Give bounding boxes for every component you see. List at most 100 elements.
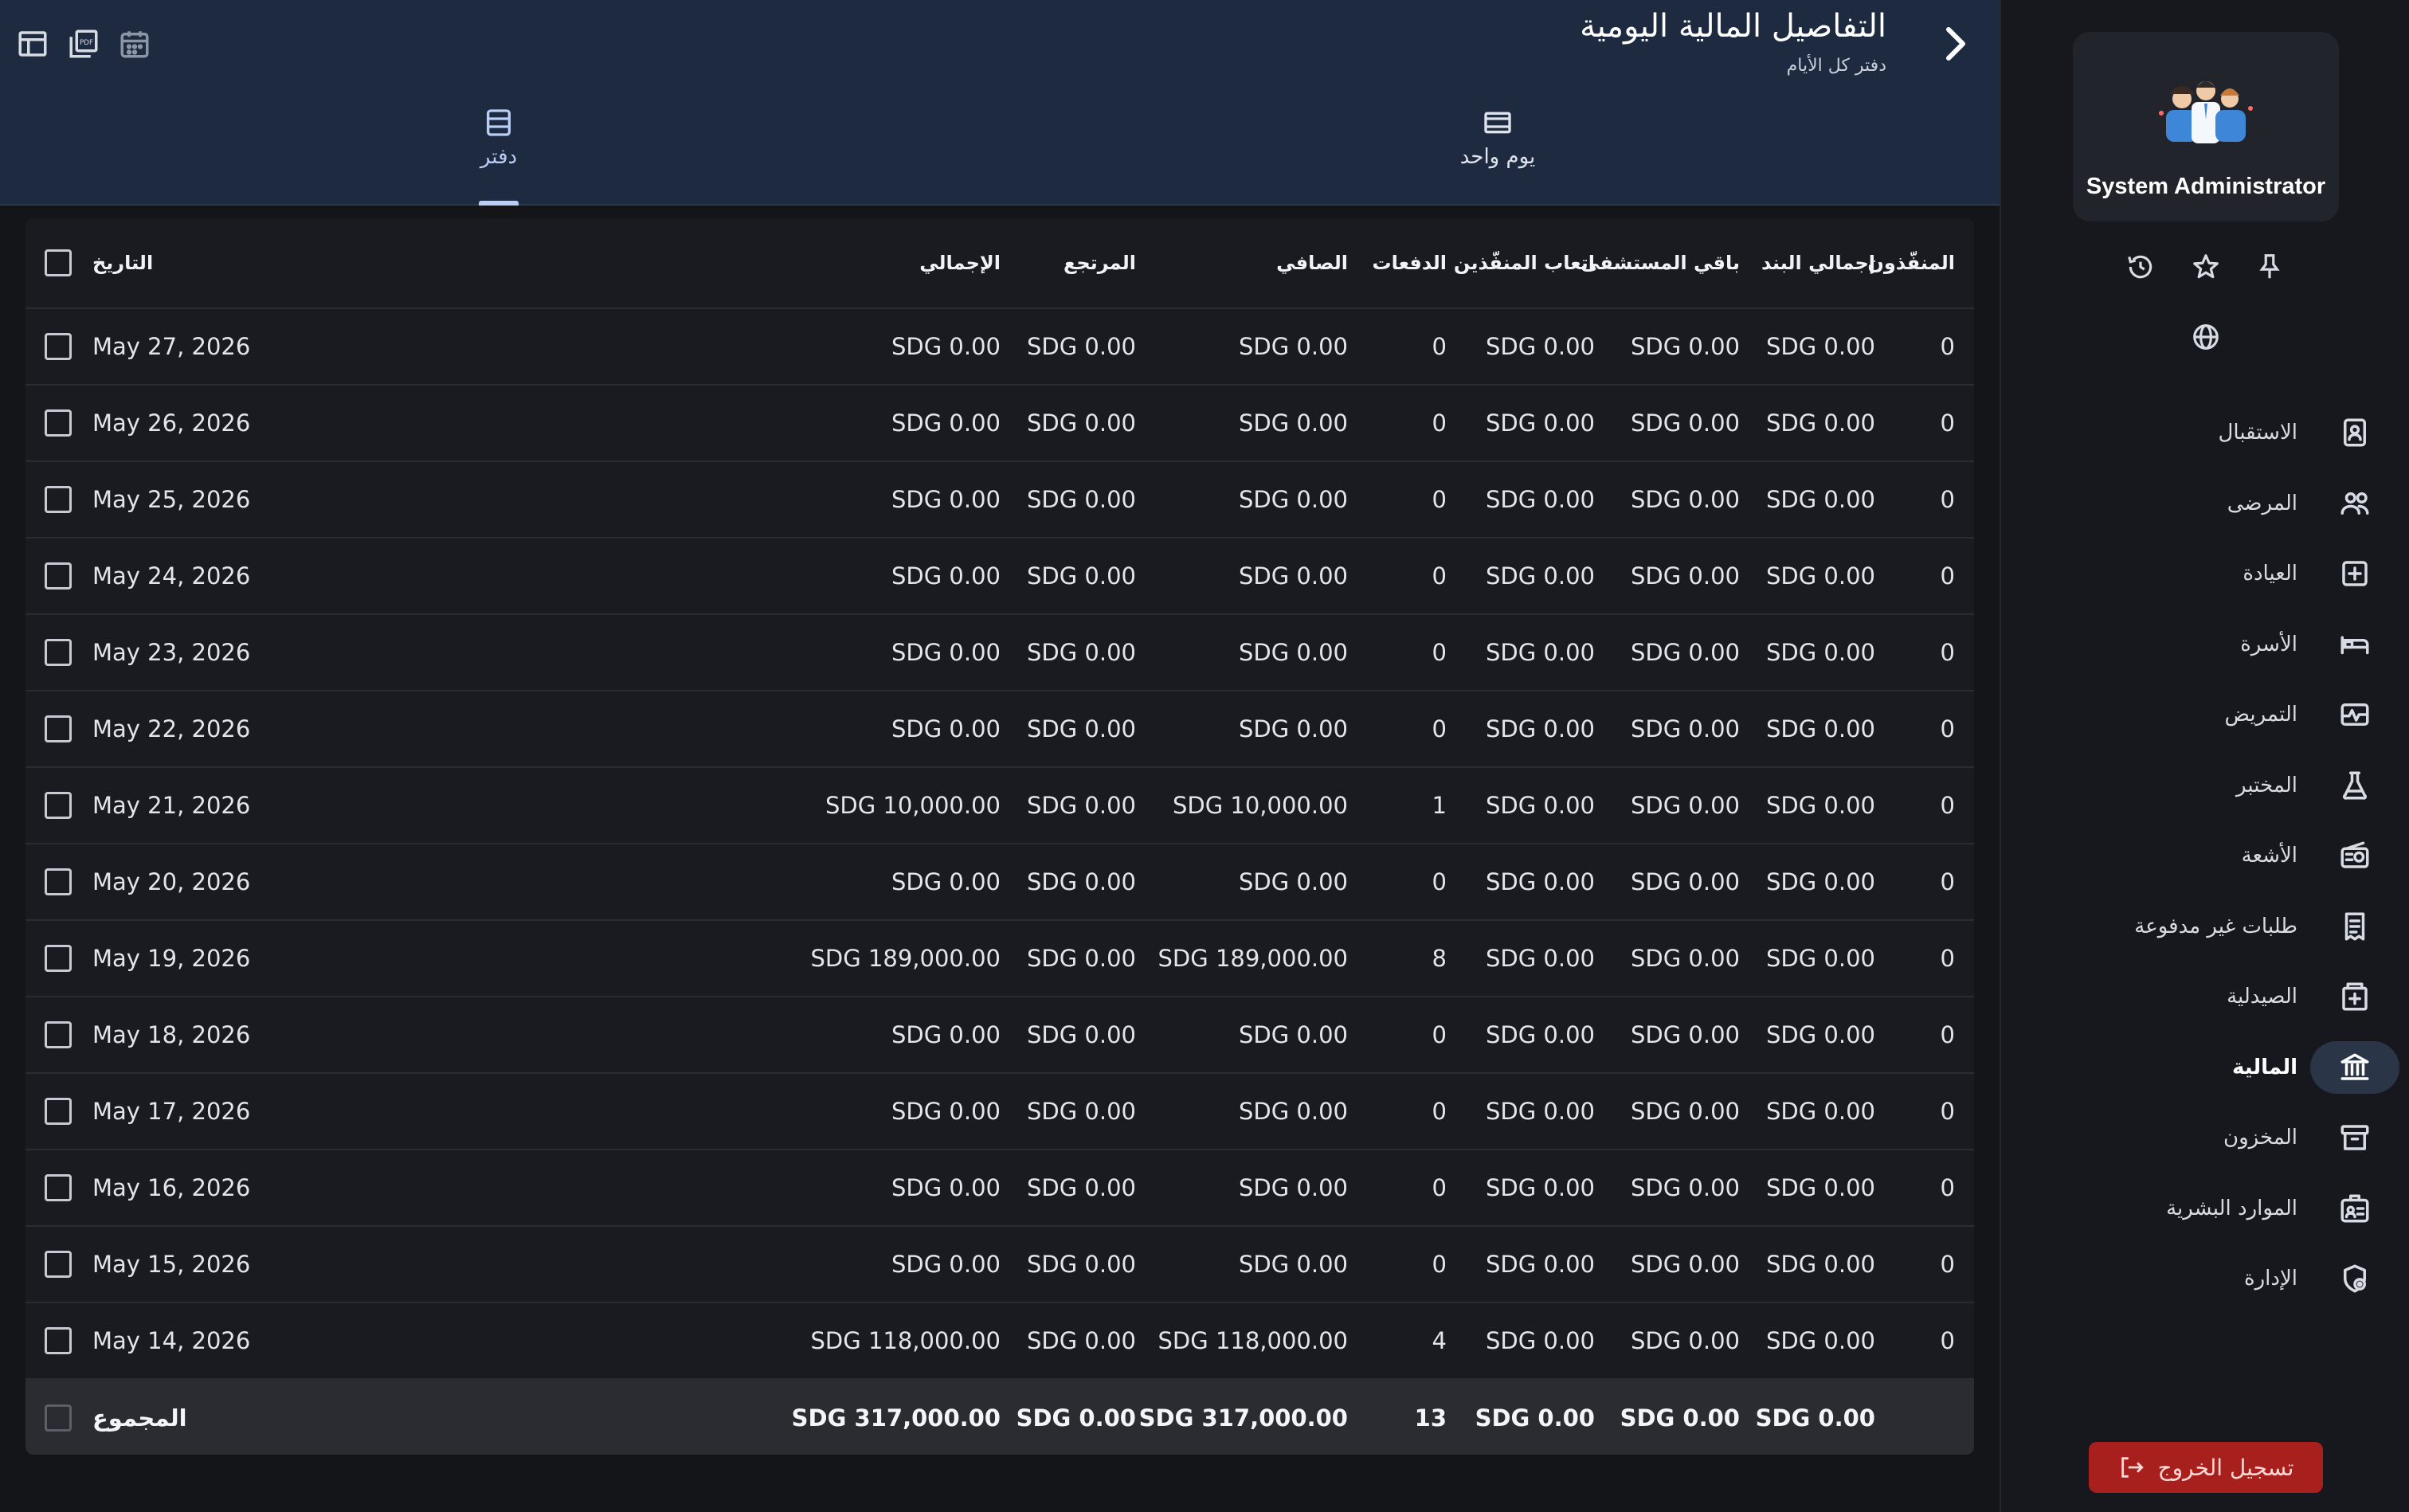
sidebar-item-radiology[interactable]: الأشعة (2113, 829, 2399, 882)
cell-hospital-remain: SDG 0.00 (1631, 562, 1740, 590)
cell-date: May 26, 2026 (92, 409, 251, 437)
table-row[interactable]: May 19, 2026 SDG 189,000.00 SDG 0.00 SDG 18… (25, 921, 1974, 997)
cell-executors: 0 (1940, 868, 1955, 895)
cell-net: SDG 0.00 (1239, 1251, 1348, 1278)
column-header-net[interactable]: الصافي (1276, 218, 1348, 307)
sidebar: System Administrator الاستقبال المرضى العي… (2000, 0, 2409, 1512)
sidebar-item-label: طلبات غير مدفوعة (2134, 915, 2297, 938)
table-row[interactable]: May 17, 2026 SDG 0.00 SDG 0.00 SDG 0.00 0 SDG… (25, 1074, 1974, 1150)
sidebar-item-admin-shield[interactable]: الإدارة (2113, 1252, 2399, 1305)
column-header-payments[interactable]: الدفعات (1373, 218, 1447, 307)
cell-payments: 0 (1432, 333, 1447, 360)
column-header-refund[interactable]: المرتجع (1063, 218, 1136, 307)
history-icon[interactable] (2121, 247, 2160, 287)
logout-icon (2121, 1457, 2144, 1478)
sidebar-item-bed[interactable]: الأسرة (2113, 618, 2399, 671)
table-row[interactable]: May 20, 2026 SDG 0.00 SDG 0.00 SDG 0.00 0 SDG… (25, 844, 1974, 921)
table-row[interactable]: May 21, 2026 SDG 10,000.00 SDG 0.00 SDG 10,… (25, 768, 1974, 844)
cell-total: SDG 0.00 (891, 333, 1001, 360)
row-checkbox[interactable] (45, 562, 72, 590)
cell-total: SDG 0.00 (891, 1098, 1001, 1125)
table-row[interactable]: May 26, 2026 SDG 0.00 SDG 0.00 SDG 0.00 0 SDG… (25, 386, 1974, 462)
row-checkbox[interactable] (45, 409, 72, 437)
column-header-executors[interactable]: المنفّذون (1867, 218, 1955, 307)
cell-date: May 17, 2026 (92, 1098, 251, 1125)
cell-executors: 0 (1940, 792, 1955, 819)
sidebar-item-pharmacy[interactable]: الصيدلية (2113, 970, 2399, 1023)
sidebar-item-bank[interactable]: المالية (2113, 1041, 2399, 1094)
lab-flask-icon (2310, 759, 2399, 812)
sidebar-item-archive[interactable]: المخزون (2113, 1111, 2399, 1164)
logout-button[interactable]: تسجيل الخروج (2089, 1442, 2323, 1493)
sidebar-item-label: المختبر (2236, 774, 2297, 797)
cell-fees: SDG 0.00 (1486, 486, 1595, 513)
cell-net: SDG 0.00 (1239, 1098, 1348, 1125)
row-checkbox[interactable] (45, 1251, 72, 1278)
cell-date: May 14, 2026 (92, 1327, 251, 1354)
cell-fees: SDG 0.00 (1486, 868, 1595, 895)
table-row[interactable]: May 27, 2026 SDG 0.00 SDG 0.00 SDG 0.00 0 SDG… (25, 309, 1974, 386)
pdf-icon[interactable]: PDF (64, 24, 104, 64)
row-checkbox[interactable] (45, 333, 72, 360)
globe-icon[interactable] (2186, 317, 2226, 357)
select-all-checkbox[interactable] (45, 249, 72, 276)
column-header-fees[interactable]: اتعاب المنفّذين (1454, 218, 1595, 307)
sidebar-item-reception[interactable]: الاستقبال (2113, 406, 2399, 459)
row-checkbox[interactable] (45, 945, 72, 972)
row-checkbox[interactable] (45, 1021, 72, 1048)
row-checkbox[interactable] (45, 715, 72, 742)
total-cell-hospital-remain: SDG 0.00 (1620, 1404, 1740, 1432)
row-checkbox[interactable] (45, 1327, 72, 1354)
ledger-table: التاريخ الإجمالي المرتجع الصافي الدفعات … (25, 218, 1974, 1455)
column-header-date[interactable]: التاريخ (92, 218, 153, 307)
user-profile-card[interactable]: System Administrator (2073, 32, 2339, 221)
column-header-hospital-remain[interactable]: باقي المستشفى (1581, 218, 1740, 307)
cell-date: May 24, 2026 (92, 562, 251, 590)
table-row[interactable]: May 22, 2026 SDG 0.00 SDG 0.00 SDG 0.00 0 SDG… (25, 691, 1974, 768)
sidebar-item-label: الصيدلية (2227, 985, 2297, 1009)
sidebar-item-lab-flask[interactable]: المختبر (2113, 759, 2399, 812)
cell-executors: 0 (1940, 1098, 1955, 1125)
cell-total: SDG 0.00 (891, 1021, 1001, 1048)
row-checkbox[interactable] (45, 486, 72, 513)
cell-refund: SDG 0.00 (1027, 562, 1136, 590)
pin-icon[interactable] (2250, 247, 2290, 287)
column-header-total[interactable]: الإجمالي (919, 218, 1001, 307)
cell-fees: SDG 0.00 (1486, 1251, 1595, 1278)
star-icon[interactable] (2186, 247, 2226, 287)
cell-refund: SDG 0.00 (1027, 945, 1136, 972)
sidebar-item-clinic[interactable]: العيادة (2113, 547, 2399, 600)
row-checkbox[interactable] (45, 868, 72, 895)
sidebar-item-receipt[interactable]: طلبات غير مدفوعة (2113, 900, 2399, 953)
cell-date: May 21, 2026 (92, 792, 251, 819)
user-name: System Administrator (2086, 174, 2326, 199)
cell-total: SDG 10,000.00 (825, 792, 1001, 819)
chevron-right-icon[interactable] (1931, 18, 1979, 70)
row-checkbox[interactable] (45, 1174, 72, 1201)
row-checkbox[interactable] (45, 639, 72, 666)
table-row[interactable]: May 24, 2026 SDG 0.00 SDG 0.00 SDG 0.00 0 SDG… (25, 539, 1974, 615)
sidebar-item-patients[interactable]: المرضى (2113, 477, 2399, 530)
table-row[interactable]: May 25, 2026 SDG 0.00 SDG 0.00 SDG 0.00 0 SDG… (25, 462, 1974, 539)
tab-ledger[interactable]: دفتر (451, 107, 546, 206)
table-row[interactable]: May 14, 2026 SDG 118,000.00 SDG 0.00 SDG 11… (25, 1303, 1974, 1380)
table-row[interactable]: May 16, 2026 SDG 0.00 SDG 0.00 SDG 0.00 0 SDG… (25, 1150, 1974, 1227)
calendar-icon[interactable] (115, 24, 155, 64)
cell-refund: SDG 0.00 (1027, 1174, 1136, 1201)
table-view-icon[interactable] (13, 24, 53, 64)
cell-fees: SDG 0.00 (1486, 1327, 1595, 1354)
column-header-item-total[interactable]: إجمالي البند (1761, 218, 1875, 307)
table-row[interactable]: May 18, 2026 SDG 0.00 SDG 0.00 SDG 0.00 0 SDG… (25, 997, 1974, 1074)
cell-executors: 0 (1940, 1251, 1955, 1278)
sidebar-item-hr-badge[interactable]: الموارد البشرية (2113, 1182, 2399, 1235)
row-checkbox[interactable] (45, 792, 72, 819)
cell-payments: 0 (1432, 715, 1447, 742)
sidebar-item-nursing[interactable]: التمريض (2113, 688, 2399, 741)
row-checkbox[interactable] (45, 1098, 72, 1125)
table-row[interactable]: May 15, 2026 SDG 0.00 SDG 0.00 SDG 0.00 0 SDG… (25, 1227, 1974, 1303)
tab-single-day[interactable]: يوم واحد (1442, 107, 1553, 206)
cell-fees: SDG 0.00 (1486, 1021, 1595, 1048)
cell-item-total: SDG 0.00 (1766, 792, 1875, 819)
cell-hospital-remain: SDG 0.00 (1631, 333, 1740, 360)
table-row[interactable]: May 23, 2026 SDG 0.00 SDG 0.00 SDG 0.00 0 SDG… (25, 615, 1974, 691)
